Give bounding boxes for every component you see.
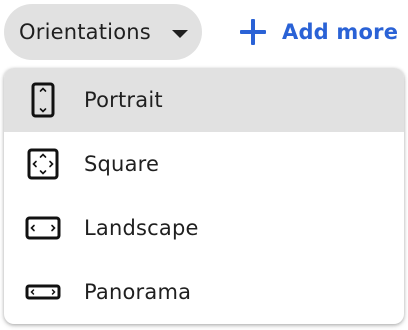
menu-item-label: Landscape [84, 216, 199, 240]
menu-item-square[interactable]: Square [4, 132, 404, 196]
panorama-icon [24, 273, 62, 311]
landscape-icon [24, 209, 62, 247]
add-more-label: Add more [282, 20, 399, 44]
menu-item-portrait[interactable]: Portrait [4, 68, 404, 132]
add-more-button[interactable]: Add more [240, 14, 398, 50]
square-icon [24, 145, 62, 183]
menu-item-panorama[interactable]: Panorama [4, 260, 404, 324]
menu-item-label: Panorama [84, 280, 192, 304]
orientations-dropdown-button[interactable]: Orientations [4, 4, 202, 60]
orientations-label: Orientations [19, 20, 151, 44]
orientations-menu: Portrait Square Landscape Panorama [4, 68, 404, 324]
menu-item-landscape[interactable]: Landscape [4, 196, 404, 260]
menu-item-label: Square [84, 152, 160, 176]
toolbar: Orientations Add more [0, 0, 408, 64]
plus-icon [240, 19, 266, 45]
menu-item-label: Portrait [84, 88, 163, 112]
portrait-icon [24, 81, 62, 119]
caret-down-icon [172, 30, 188, 38]
